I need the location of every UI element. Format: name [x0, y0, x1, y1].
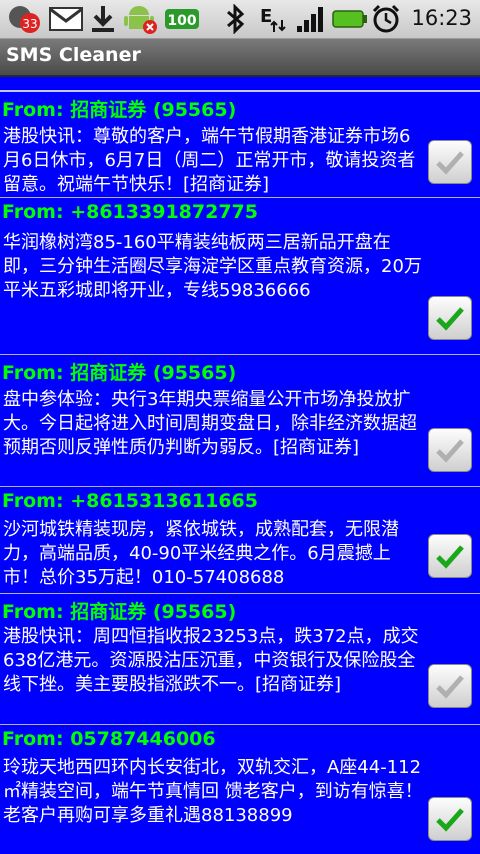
download-icon: [88, 3, 118, 35]
message-body: 华润橡树湾85-160平精装纯板两三居新品开盘在即，三分钟生活圈尽享海淀学区重点…: [3, 232, 422, 301]
message-checkbox[interactable]: [428, 140, 472, 184]
message-checkbox[interactable]: [428, 428, 472, 472]
message-body: 沙河城铁精装现房，紧依城铁，成熟配套，无限潜力，高端品质，40-90平米经典之作…: [3, 519, 399, 588]
message-sender: From: 招商证券 (95565): [2, 362, 237, 384]
check-icon: [436, 439, 464, 463]
svg-text:E: E: [260, 6, 272, 27]
message-checkbox[interactable]: [428, 296, 472, 340]
app-title-bar: SMS Cleaner: [0, 39, 480, 77]
signal-icon: [294, 3, 328, 35]
gmail-icon: [48, 3, 84, 35]
message-sender: From: +8613391872775: [2, 201, 258, 223]
status-bar: 33 100 E 16:23: [0, 0, 480, 39]
message-checkbox[interactable]: [428, 664, 472, 708]
message-sender: From: +8615313611665: [2, 490, 258, 512]
check-icon: [436, 151, 464, 175]
battery-icon: [332, 3, 368, 35]
notification-count-badge: 33: [22, 17, 37, 31]
message-item[interactable]: From: +8615313611665 沙河城铁精装现房，紧依城铁，成熟配套，…: [0, 488, 480, 594]
android-debug-icon: [122, 3, 160, 35]
network-e-icon: E: [256, 3, 290, 35]
check-icon: [436, 545, 464, 569]
message-sender: From: 05787446006: [2, 728, 216, 750]
message-checkbox[interactable]: [428, 534, 472, 578]
check-icon: [436, 675, 464, 699]
status-time: 16:23: [411, 6, 472, 30]
message-sender: From: 招商证券 (95565): [2, 99, 237, 121]
list-top-divider: [0, 90, 480, 92]
message-checkbox[interactable]: [428, 797, 472, 841]
message-item[interactable]: From: 招商证券 (95565) 港股快讯：周四恒指收报23253点，跌37…: [0, 595, 480, 725]
app-title: SMS Cleaner: [6, 44, 141, 66]
alarm-icon: [370, 3, 402, 35]
message-item[interactable]: From: 招商证券 (95565) 盘中参体验：央行3年期央票缩量公开市场净投…: [0, 356, 480, 487]
check-icon: [436, 307, 464, 331]
message-item[interactable]: From: 05787446006 玲珑天地西四环内长安街北，双轨交汇，A座44…: [0, 726, 480, 854]
unknown-app-icon: 33: [6, 3, 42, 35]
check-icon: [436, 808, 464, 832]
bluetooth-icon: [222, 3, 248, 35]
message-body: 港股快讯：尊敬的客户，端午节假期香港证券市场6月6日休市，6月7日（周二）正常开…: [3, 126, 416, 195]
message-body: 港股快讯：周四恒指收报23253点，跌372点，成交638亿港元。资源股沽压沉重…: [3, 626, 419, 695]
message-body: 盘中参体验：央行3年期央票缩量公开市场净投放扩大。今日起将进入时间周期变盘日，除…: [3, 389, 417, 458]
message-item[interactable]: From: +8613391872775 华润橡树湾85-160平精装纯板两三居…: [0, 199, 480, 355]
battery-100-label: 100: [167, 13, 196, 29]
message-item[interactable]: From: 招商证券 (95565) 港股快讯：尊敬的客户，端午节假期香港证券市…: [0, 93, 480, 198]
message-sender: From: 招商证券 (95565): [2, 601, 237, 623]
battery-100-badge-icon: 100: [164, 3, 200, 35]
message-body: 玲珑天地西四环内长安街北，双轨交汇，A座44-112㎡精装空间，端午节真情回 馈…: [3, 757, 423, 826]
